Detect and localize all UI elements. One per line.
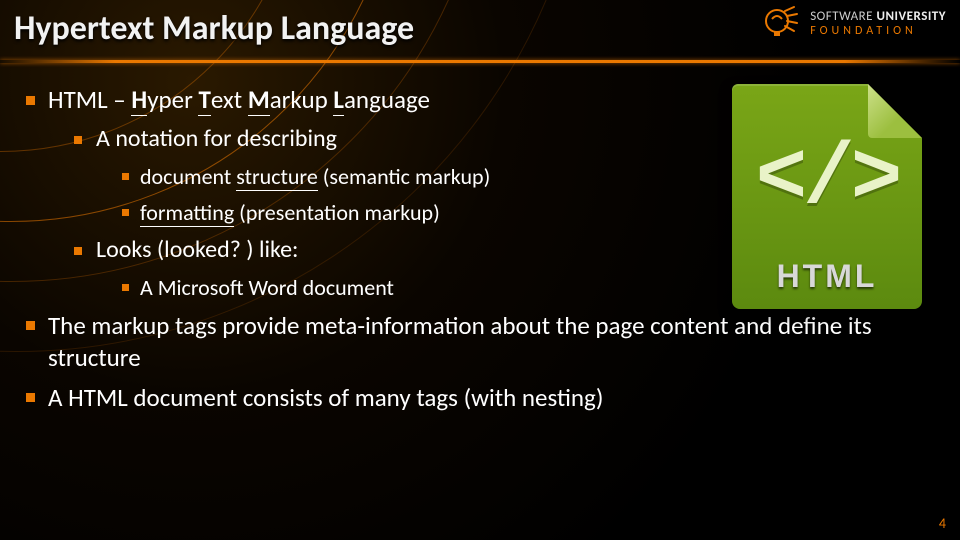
text: A Microsoft Word document bbox=[140, 274, 394, 301]
brand-line1: SOFTWARE bbox=[810, 9, 873, 24]
lightbulb-icon bbox=[760, 4, 800, 44]
html-file-icon: </> HTML bbox=[732, 84, 922, 309]
file-icon-label: HTML bbox=[732, 258, 922, 295]
slide: Hypertext Markup Language SOFTWARE UNIVE… bbox=[0, 0, 960, 540]
bullet: A HTML document consists of many tags (w… bbox=[26, 382, 934, 414]
brand-text: SOFTWARE UNIVERSITY FOUNDATION bbox=[810, 10, 946, 37]
bullet: The markup tags provide meta-information… bbox=[26, 310, 934, 374]
text: The markup tags provide meta-information… bbox=[48, 310, 872, 373]
page-number: 4 bbox=[939, 515, 946, 532]
brand-line2: UNIVERSITY bbox=[876, 9, 946, 24]
text: Looks (looked? ) like: bbox=[96, 235, 298, 264]
file-icon-tag: </> bbox=[732, 130, 922, 228]
text: A notation for describing bbox=[96, 124, 337, 153]
brand-line3: FOUNDATION bbox=[810, 24, 917, 38]
title-divider bbox=[0, 60, 960, 63]
slide-title: Hypertext Markup Language bbox=[14, 8, 414, 49]
brand-logo: SOFTWARE UNIVERSITY FOUNDATION bbox=[760, 4, 946, 44]
text: HTML – bbox=[48, 84, 131, 115]
text: A HTML document consists of many tags (w… bbox=[48, 382, 603, 413]
